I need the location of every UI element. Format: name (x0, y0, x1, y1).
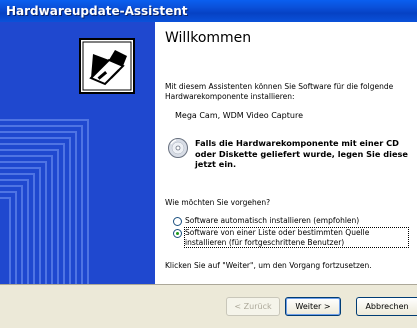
button-bar: < Zurück Weiter > Abbrechen (0, 284, 417, 328)
next-button[interactable]: Weiter > (285, 297, 341, 316)
question-text: Wie möchten Sie vorgehen? (165, 198, 271, 207)
option-automatic[interactable]: Software automatisch installieren (empfo… (173, 216, 359, 226)
decorative-stripes (0, 119, 89, 284)
hardware-wizard-icon (79, 38, 135, 94)
cd-icon (168, 138, 188, 158)
wizard-side-panel (0, 22, 155, 284)
page-title: Willkommen (165, 30, 252, 46)
back-button[interactable]: < Zurück (226, 297, 280, 316)
option-manual-label[interactable]: Software von einer Liste oder bestimmten… (184, 227, 409, 248)
continue-hint: Klicken Sie auf "Weiter", um den Vorgang… (165, 261, 372, 270)
radio-manual[interactable] (173, 229, 182, 238)
option-automatic-label[interactable]: Software automatisch installieren (empfo… (185, 216, 359, 226)
wizard-content: Willkommen Mit diesem Assistenten können… (155, 22, 417, 284)
hardware-update-wizard-window: Hardwareupdate-Assistent Willkommen Mit … (0, 0, 417, 328)
cancel-button[interactable]: Abbrechen (356, 297, 417, 316)
title-bar[interactable]: Hardwareupdate-Assistent (0, 0, 417, 22)
cd-notice-text: Falls die Hardwarekomponente mit einer C… (195, 138, 408, 169)
radio-automatic[interactable] (173, 217, 182, 226)
intro-text: Mit diesem Assistenten können Sie Softwa… (165, 82, 394, 101)
device-name: Mega Cam, WDM Video Capture (175, 111, 303, 120)
window-title: Hardwareupdate-Assistent (6, 4, 188, 18)
option-manual[interactable]: Software von einer Liste oder bestimmten… (173, 227, 409, 248)
